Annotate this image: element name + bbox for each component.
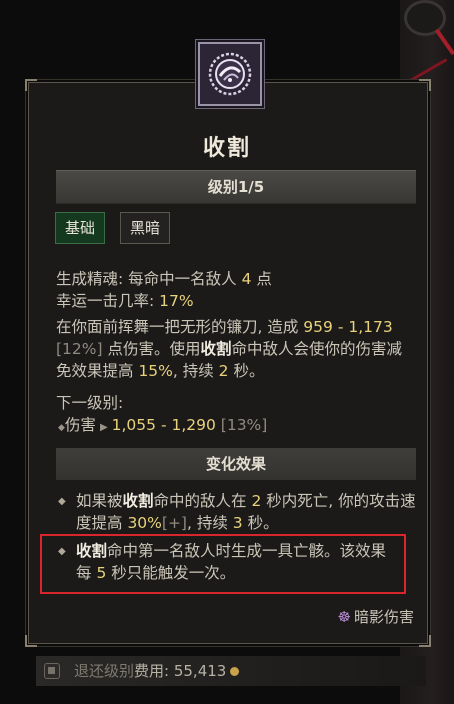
next-rank-damage: ◆伤害 ▶ 1,055 - 1,290 [13%] xyxy=(58,416,268,434)
skill-rank: 级别1/5 xyxy=(56,170,416,204)
damage-type: ☸ 暗影伤害 xyxy=(337,608,414,626)
tag-darkness: 黑暗 xyxy=(120,212,171,244)
refund-rank-text: 退还级别费用: 55,413 xyxy=(74,656,240,686)
key-icon xyxy=(44,663,60,679)
tag-basic: 基础 xyxy=(55,212,106,244)
essence-line: 生成精魂: 每命中一名敌人 4 点 xyxy=(56,270,272,288)
bullet-icon: ◆ xyxy=(58,496,66,507)
lucky-hit-line: 幸运一击几率: 17% xyxy=(56,292,194,310)
skill-title: 收割 xyxy=(202,136,251,161)
next-rank-label: 下一级别: xyxy=(56,394,124,412)
modifier-1: 如果被收割命中的敌人在 2 秒内死亡, 你的攻击速度提高 30%[+], 持续 … xyxy=(76,492,416,532)
gold-coin-icon xyxy=(230,667,240,676)
skill-description: 在你面前挥舞一把无形的镰刀, 造成 959 - 1,173 [12%] 点伤害。… xyxy=(56,318,403,380)
modifiers-header: 变化效果 xyxy=(56,448,416,480)
reap-skill-icon xyxy=(198,42,262,106)
shadow-damage-icon: ☸ xyxy=(337,608,351,626)
refund-rank-bar[interactable]: 退还级别费用: 55,413 xyxy=(36,656,426,686)
annotation-highlight-box xyxy=(40,534,406,594)
